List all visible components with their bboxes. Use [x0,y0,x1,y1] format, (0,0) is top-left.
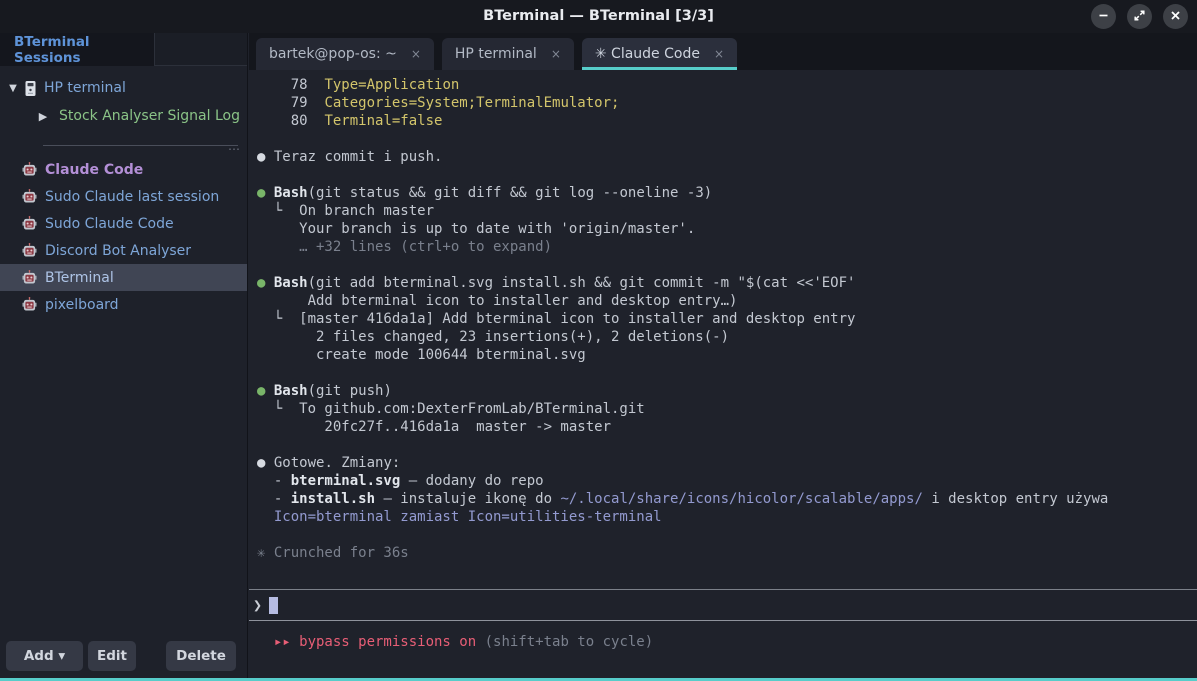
tab-hp-terminal[interactable]: HP terminal × [442,38,574,70]
titlebar: BTerminal — BTerminal [3/3] [0,0,1197,33]
terminal-line: ● Bash(git add bterminal.svg install.sh … [257,274,1197,292]
tab-label: bartek@pop-os: ~ [269,46,397,62]
terminal-line: ● Bash(git push) [257,382,1197,400]
minimize-icon [1097,7,1110,26]
close-icon [1169,7,1182,26]
session-item-sudo-claude-code[interactable]: Sudo Claude Code [0,210,247,237]
terminal-line: ● Teraz commit i push. [257,148,1197,166]
robot-icon [22,216,37,231]
session-item-label: pixelboard [45,297,119,313]
session-item-label: Discord Bot Analyser [45,243,191,259]
terminal-line: Add bterminal icon to installer and desk… [257,292,1197,310]
sessions-sidebar: BTerminal Sessions ▼ HP terminal ▶ Stock… [0,33,248,678]
maximize-button[interactable] [1127,4,1152,29]
session-item-label: Sudo Claude last session [45,189,219,205]
text-cursor [269,597,278,614]
terminal-line [257,436,1197,454]
chevron-down-icon[interactable]: ▼ [6,83,20,94]
session-item-pixelboard[interactable]: pixelboard [0,291,247,318]
terminal-line: … +32 lines (ctrl+o to expand) [257,238,1197,256]
terminal-line: - bterminal.svg — dodany do repo [257,472,1197,490]
app-window: BTerminal — BTerminal [3/3] [0,0,1197,681]
session-item-label: BTerminal [45,270,114,286]
terminal-line: └ [master 416da1a] Add bterminal icon to… [257,310,1197,328]
terminal-line: 2 files changed, 23 insertions(+), 2 del… [257,328,1197,346]
tab-bar: bartek@pop-os: ~ × HP terminal × ✳ Claud… [249,33,1197,70]
robot-icon [22,189,37,204]
sidebar-header-label: BTerminal Sessions [14,34,154,66]
terminal-line: └ On branch master [257,202,1197,220]
session-item-bterminal[interactable]: BTerminal [0,264,247,291]
window-title: BTerminal — BTerminal [3/3] [0,0,1197,33]
robot-icon [22,243,37,258]
close-button[interactable] [1163,4,1188,29]
terminal-line [257,364,1197,382]
terminal-line: ● Bash(git status && git diff && git log… [257,184,1197,202]
sidebar-divider [43,145,238,146]
terminal-line: ● Gotowe. Zmiany: [257,454,1197,472]
edit-button[interactable]: Edit [88,641,136,671]
main-area: bartek@pop-os: ~ × HP terminal × ✳ Claud… [249,33,1197,681]
terminal-pane[interactable]: 78 Type=Application 79 Categories=System… [249,70,1197,678]
chevron-right-icon[interactable]: ▶ [36,110,50,123]
session-item-claude-code[interactable]: Claude Code [0,156,247,183]
sidebar-header: BTerminal Sessions [0,33,247,66]
terminal-line: 79 Categories=System;TerminalEmulator; [257,94,1197,112]
robot-icon [22,270,37,285]
terminal-output: 78 Type=Application 79 Categories=System… [257,76,1197,562]
terminal-line [257,166,1197,184]
terminal-line [257,526,1197,544]
session-item-sudo-claude-last-session[interactable]: Sudo Claude last session [0,183,247,210]
computer-icon [24,80,37,97]
robot-icon [22,162,37,177]
divider-dots: … [228,139,241,153]
tab-claude-code[interactable]: ✳ Claude Code × [582,38,737,70]
robot-icon [22,297,37,312]
terminal-line: 20fc27f..416da1a master -> master [257,418,1197,436]
prompt-chevron: ❯ [253,596,262,614]
sidebar-header-tab: BTerminal Sessions [0,33,155,66]
tab-close-icon[interactable]: × [714,47,724,61]
window-controls [1091,4,1188,29]
tree-item-hp-terminal[interactable]: ▼ HP terminal [0,75,247,101]
tab-label: HP terminal [455,46,537,62]
tree-item-label: Stock Analyser Signal Log [59,108,240,124]
terminal-line: - install.sh — instaluje ikonę do ~/.loc… [257,490,1197,508]
delete-button[interactable]: Delete [166,641,236,671]
terminal-line: create mode 100644 bterminal.svg [257,346,1197,364]
maximize-icon [1133,7,1146,26]
terminal-line: 80 Terminal=false [257,112,1197,130]
tree-item-label: HP terminal [44,80,126,96]
terminal-line: Your branch is up to date with 'origin/m… [257,220,1197,238]
tab-close-icon[interactable]: × [551,47,561,61]
permission-status: ▸▸ bypass permissions on (shift+tab to c… [257,633,653,651]
tree-item-stock-analyser-signal-log[interactable]: ▶ Stock Analyser Signal Log [0,103,247,129]
session-item-label: Claude Code [45,162,143,178]
terminal-line: 78 Type=Application [257,76,1197,94]
add-button[interactable]: Add ▾ [6,641,83,671]
terminal-line: ✳ Crunched for 36s [257,544,1197,562]
session-item-discord-bot-analyser[interactable]: Discord Bot Analyser [0,237,247,264]
tab-close-icon[interactable]: × [411,47,421,61]
terminal-line: ▸▸ bypass permissions on (shift+tab to c… [257,633,653,651]
tab-label: ✳ Claude Code [595,46,700,62]
session-item-label: Sudo Claude Code [45,216,174,232]
minimize-button[interactable] [1091,4,1116,29]
terminal-line [257,130,1197,148]
terminal-line [257,256,1197,274]
terminal-line: Icon=bterminal zamiast Icon=utilities-te… [257,508,1197,526]
terminal-line: └ To github.com:DexterFromLab/BTerminal.… [257,400,1197,418]
terminal-input[interactable]: ❯ [249,589,1197,621]
tab-bartek-pop-os[interactable]: bartek@pop-os: ~ × [256,38,434,70]
